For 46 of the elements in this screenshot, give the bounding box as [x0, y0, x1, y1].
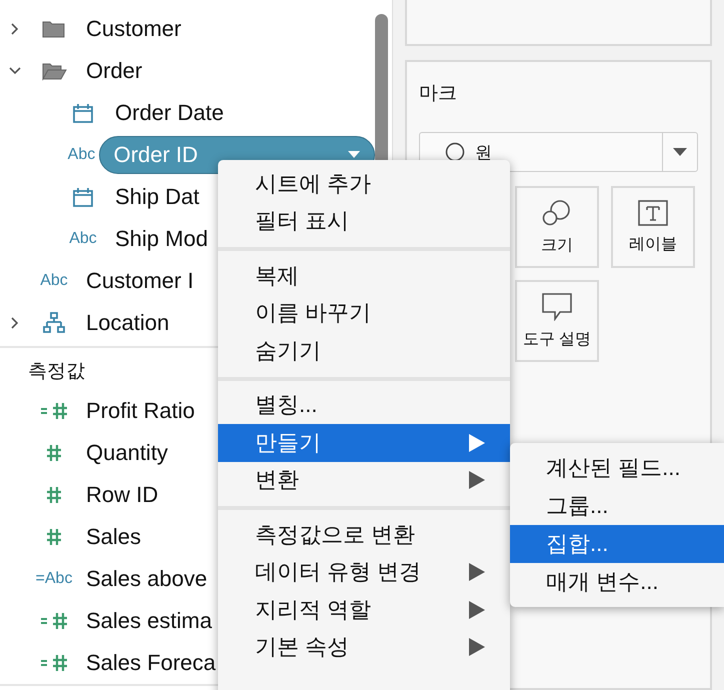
menu-item[interactable]: 복제 [218, 257, 510, 294]
section-title: 측정값 [28, 360, 85, 384]
menu-item[interactable]: 매개 변수... [510, 563, 724, 601]
field-item[interactable]: Ship Dat [101, 179, 214, 215]
menu-item[interactable]: 기본 속성 [218, 628, 510, 666]
data-type-label: =Abc [36, 570, 72, 588]
size-icon [542, 198, 572, 226]
mark-property-button[interactable]: 크기 [515, 186, 599, 268]
menu-item[interactable]: 별칭... [218, 386, 510, 424]
menu-item[interactable]: 집합... [510, 525, 724, 563]
speech-bubble-icon [542, 292, 572, 320]
field-item[interactable]: Sales [72, 519, 156, 555]
data-type-label: Abc [68, 146, 96, 164]
number-icon [46, 444, 62, 462]
calculated-number-icon [40, 654, 68, 672]
calculated-number-icon [40, 612, 68, 630]
menu-item[interactable]: 이름 바꾸기 [218, 294, 510, 332]
calculated-number-icon [40, 402, 68, 420]
mark-type-dropdown[interactable]: 원 [419, 132, 698, 172]
field-item[interactable]: Quantity [72, 435, 182, 471]
menu-item[interactable]: 만들기 [218, 424, 510, 462]
marks-title: 마크 [419, 82, 458, 106]
data-type-label: Abc [69, 230, 97, 248]
menu-item[interactable]: 변환 [218, 462, 510, 499]
field-item[interactable]: Profit Ratio [72, 393, 209, 429]
mark-property-button[interactable]: 도구 설명 [515, 280, 599, 362]
data-type-label: Abc [40, 272, 68, 290]
menu-item[interactable]: 그룹... [510, 487, 724, 525]
field-item[interactable]: Customer I [72, 263, 208, 299]
folder-name[interactable]: Order [80, 58, 142, 84]
menu-item[interactable]: 측정값으로 변환 [218, 516, 510, 554]
field-item[interactable]: Order Date [101, 95, 238, 131]
mark-property-button[interactable]: 레이블 [611, 186, 695, 268]
caret-icon [673, 148, 687, 156]
text-label-icon [638, 200, 668, 226]
hierarchy-icon [43, 312, 65, 334]
folder-name[interactable]: Location [80, 310, 170, 336]
calendar-icon [72, 103, 94, 123]
number-icon [46, 486, 62, 504]
menu-item[interactable]: 계산된 필드... [510, 449, 724, 487]
folder-name[interactable]: Customer [80, 16, 182, 42]
field-item[interactable]: Row ID [72, 477, 172, 513]
menu-item[interactable]: 숨기기 [218, 332, 510, 370]
number-icon [46, 528, 62, 546]
calendar-icon [72, 187, 94, 207]
circle-icon [445, 142, 465, 162]
